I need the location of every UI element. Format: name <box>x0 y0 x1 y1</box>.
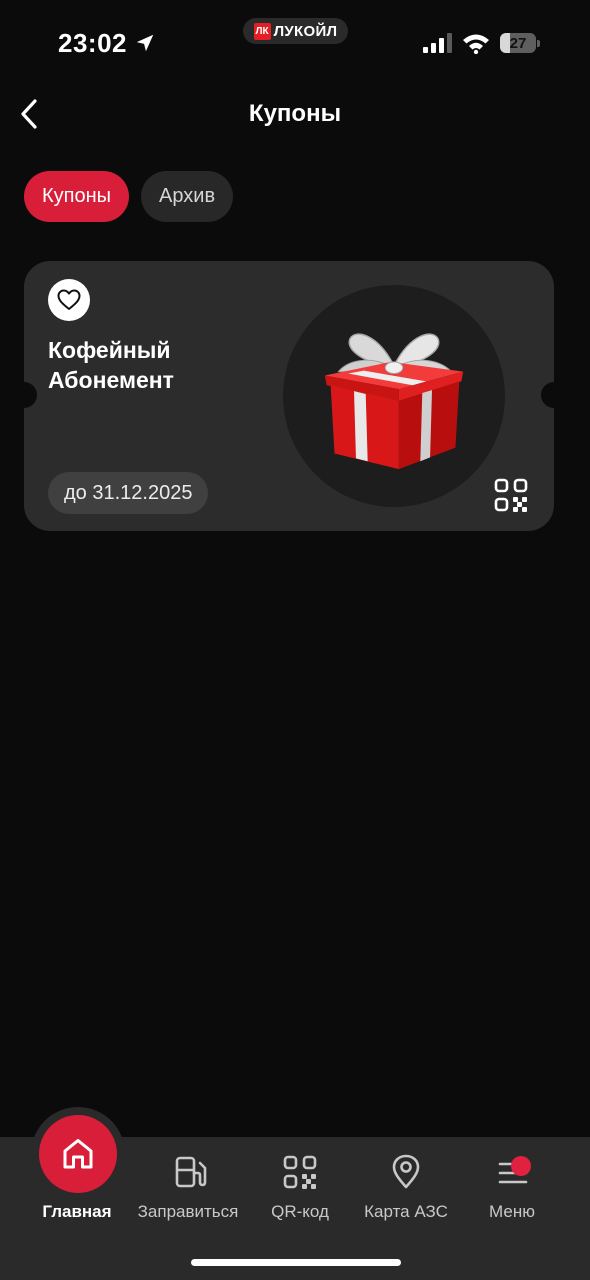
nav-label-qr: QR-код <box>271 1202 329 1221</box>
battery-body: 27 <box>500 33 536 53</box>
location-arrow-icon <box>136 34 154 52</box>
nav-label-home: Главная <box>42 1202 112 1221</box>
gift-icon <box>324 333 464 470</box>
tab-coupons[interactable]: Купоны <box>24 171 130 222</box>
brand-name: ЛУКОЙЛ <box>273 22 338 40</box>
qr-code-icon <box>494 478 528 512</box>
nav-qr-code[interactable] <box>280 1152 320 1192</box>
nav-refuel[interactable] <box>170 1152 210 1192</box>
nav-station-map[interactable] <box>386 1152 426 1192</box>
ticket-notch-right <box>541 382 554 408</box>
status-time: 23:02 <box>58 28 127 58</box>
expiry-badge: до 31.12.2025 <box>48 472 209 514</box>
nav-label-menu: Меню <box>489 1202 535 1221</box>
heart-icon <box>57 289 81 310</box>
map-pin-icon <box>386 1152 426 1192</box>
battery-cap <box>537 40 540 47</box>
coupon-title-line1: Кофейный <box>48 337 171 363</box>
coupon-title-line2: Абонемент <box>48 367 174 393</box>
home-indicator <box>191 1259 401 1266</box>
wifi-icon <box>463 34 489 54</box>
battery-indicator: 27 <box>500 33 540 53</box>
coupon-card[interactable]: Кофейный Абонемент до 31.12.2025 <box>24 261 554 531</box>
nav-label-refuel: Заправиться <box>137 1202 239 1221</box>
ticket-notch-left <box>24 382 37 408</box>
nav-label-map: Карта АЗС <box>364 1202 448 1221</box>
favorite-button[interactable] <box>48 279 90 321</box>
page-title: Купоны <box>248 100 342 127</box>
qr-code-button[interactable] <box>494 478 528 512</box>
coupon-title: Кофейный Абонемент <box>48 335 248 395</box>
status-bar: 23:02 ЛК ЛУКОЙЛ 27 <box>0 0 590 80</box>
tab-archive[interactable]: Архив <box>141 171 234 222</box>
home-icon <box>63 1139 93 1169</box>
battery-percent: 27 <box>509 34 527 52</box>
cellular-signal-icon <box>423 33 452 53</box>
brand-pill: ЛК ЛУКОЙЛ <box>243 18 348 44</box>
coupon-tabs: Купоны Архив <box>24 171 234 222</box>
fuel-pump-icon <box>170 1152 210 1192</box>
qr-code-icon <box>280 1152 320 1192</box>
menu-notification-dot <box>511 1156 531 1176</box>
brand-logo: ЛК <box>253 22 271 40</box>
nav-home-button[interactable] <box>39 1115 117 1193</box>
